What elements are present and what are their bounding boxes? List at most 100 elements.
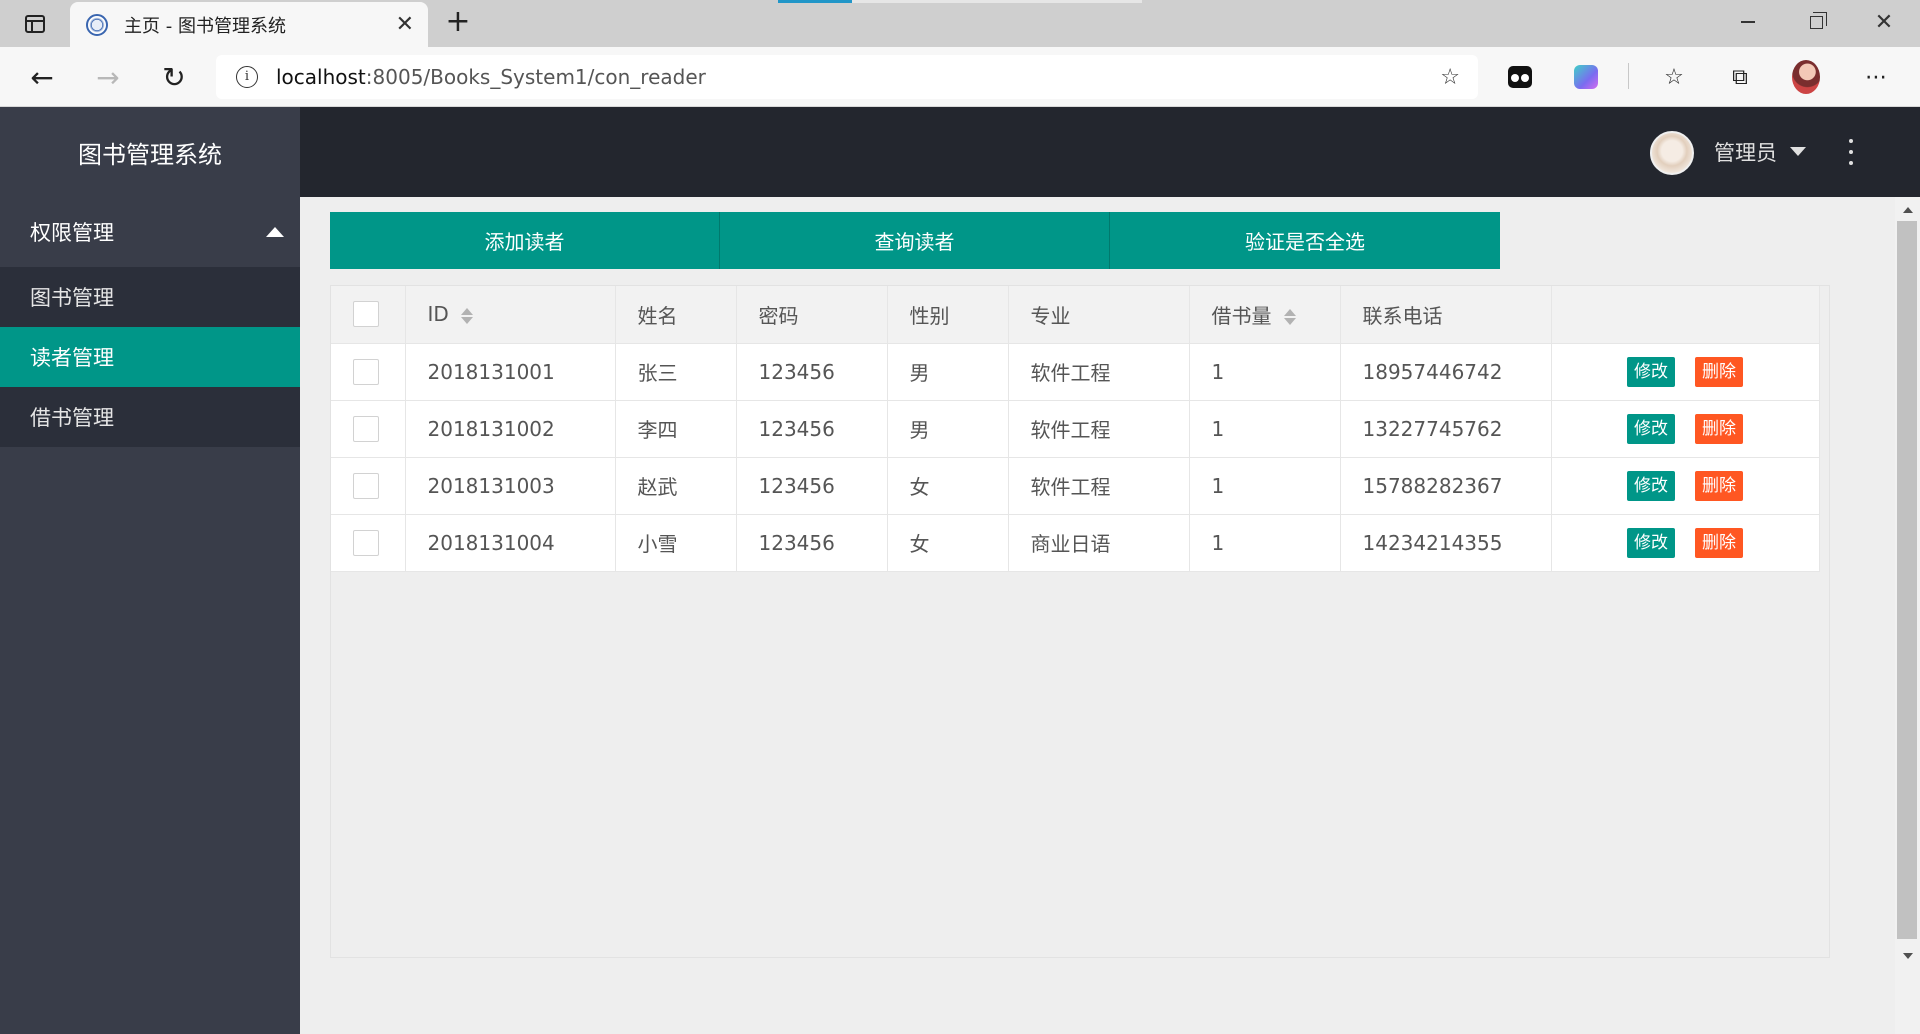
tab-title: 主页 - 图书管理系统 (124, 15, 286, 37)
reader-table-container: ID 姓名 密码 性别 专业 借书量 联系电话 2018131001 张三 1234… (330, 285, 1830, 958)
row-select-cell (331, 343, 406, 401)
edit-button[interactable]: 修改 (1627, 356, 1675, 387)
add-favorite-icon[interactable]: ☆ (1440, 65, 1460, 90)
restore-button[interactable] (1786, 0, 1846, 44)
delete-button[interactable]: 删除 (1695, 413, 1743, 444)
favorites-icon[interactable]: ☆ (1660, 63, 1688, 91)
cell-actions: 修改 删除 (1551, 457, 1820, 515)
cell-id: 2018131001 (405, 343, 616, 401)
select-all-cell (331, 286, 406, 344)
caret-up-icon (266, 227, 284, 237)
delete-button[interactable]: 删除 (1695, 356, 1743, 387)
scrollbar-thumb[interactable] (1897, 221, 1917, 939)
back-button[interactable]: ← (22, 57, 62, 97)
user-name[interactable]: 管理员 (1714, 137, 1777, 167)
cell-password: 123456 (736, 457, 888, 515)
row-select-cell (331, 514, 406, 572)
cell-major: 商业日语 (1008, 514, 1190, 572)
nav-group-permissions[interactable]: 权限管理 (0, 197, 300, 267)
minimize-button[interactable] (1718, 0, 1778, 44)
main-content: 添加读者 查询读者 验证是否全选 ID 姓名 密码 性别 专业 借书量 联系电话… (300, 197, 1895, 1034)
column-header-phone: 联系电话 (1340, 286, 1552, 344)
cell-id: 2018131003 (405, 457, 616, 515)
query-reader-button[interactable]: 查询读者 (720, 212, 1110, 269)
extension-button-2[interactable] (1572, 63, 1600, 91)
forward-button[interactable]: → (88, 57, 128, 97)
reader-table: ID 姓名 密码 性别 专业 借书量 联系电话 2018131001 张三 1234… (331, 286, 1820, 572)
cell-major: 软件工程 (1008, 343, 1190, 401)
row-checkbox[interactable] (353, 529, 379, 556)
close-window-button[interactable]: ✕ (1854, 0, 1914, 44)
url-host: localhost (276, 65, 366, 89)
row-checkbox[interactable] (353, 472, 379, 499)
tab-actions-icon (25, 15, 45, 33)
column-header-gender: 性别 (887, 286, 1009, 344)
column-header-id[interactable]: ID (405, 286, 616, 344)
scroll-down-icon[interactable] (1903, 953, 1913, 959)
cell-phone: 18957446742 (1340, 343, 1552, 401)
row-select-cell (331, 400, 406, 458)
row-checkbox[interactable] (353, 415, 379, 442)
more-options-icon[interactable] (1848, 135, 1854, 169)
verify-select-all-button[interactable]: 验证是否全选 (1110, 212, 1500, 269)
top-header: 管理员 (300, 107, 1920, 197)
cell-password: 123456 (736, 343, 888, 401)
cell-gender: 女 (887, 457, 1009, 515)
sort-icon[interactable] (1283, 308, 1296, 326)
site-info-icon[interactable]: i (236, 66, 258, 88)
site-favicon-icon (86, 13, 108, 36)
cell-id: 2018131002 (405, 400, 616, 458)
profile-button[interactable] (1792, 60, 1820, 94)
address-bar[interactable]: i localhost:8005/Books_System1/con_reade… (216, 55, 1478, 99)
delete-button[interactable]: 删除 (1695, 470, 1743, 501)
refresh-button[interactable]: ↻ (154, 57, 194, 97)
cell-password: 123456 (736, 514, 888, 572)
cell-password: 123456 (736, 400, 888, 458)
table-row: 2018131003 赵武 123456 女软件工程 1 15788282367 修改 删除 (331, 457, 1820, 515)
sort-icon[interactable] (460, 307, 473, 325)
column-header-borrow[interactable]: 借书量 (1189, 286, 1341, 344)
action-button-group: 添加读者 查询读者 验证是否全选 (330, 212, 1500, 269)
sidebar-item-books[interactable]: 图书管理 (0, 267, 300, 327)
cell-id: 2018131004 (405, 514, 616, 572)
tab-actions-button[interactable] (18, 10, 52, 38)
vertical-scrollbar[interactable] (1895, 197, 1920, 1034)
extension-button[interactable] (1506, 63, 1534, 91)
row-select-cell (331, 457, 406, 515)
cell-borrow: 1 (1189, 400, 1341, 458)
cell-name: 赵武 (615, 457, 737, 515)
cell-major: 软件工程 (1008, 457, 1190, 515)
sidebar-item-readers[interactable]: 读者管理 (0, 327, 300, 387)
edit-button[interactable]: 修改 (1627, 413, 1675, 444)
sidebar: 图书管理系统 权限管理 图书管理 读者管理 借书管理 (0, 107, 300, 1034)
cell-phone: 15788282367 (1340, 457, 1552, 515)
delete-button[interactable]: 删除 (1695, 527, 1743, 558)
user-avatar[interactable] (1650, 131, 1694, 175)
row-checkbox[interactable] (353, 358, 379, 385)
cell-borrow: 1 (1189, 457, 1341, 515)
collections-icon[interactable]: ⧉ (1726, 63, 1754, 91)
browser-tab-bar: 主页 - 图书管理系统 ✕ + ✕ (0, 0, 1920, 47)
column-header-password: 密码 (736, 286, 888, 344)
cell-gender: 男 (887, 343, 1009, 401)
edit-button[interactable]: 修改 (1627, 470, 1675, 501)
cell-phone: 13227745762 (1340, 400, 1552, 458)
close-tab-icon[interactable]: ✕ (396, 12, 414, 37)
table-header-row: ID 姓名 密码 性别 专业 借书量 联系电话 (331, 286, 1820, 344)
nav-group-label: 权限管理 (30, 221, 114, 245)
profile-avatar (1792, 60, 1820, 94)
loading-indicator (778, 0, 852, 3)
caret-down-icon[interactable] (1790, 147, 1806, 156)
restore-icon (1809, 11, 1827, 29)
scroll-up-icon[interactable] (1903, 207, 1913, 213)
cell-major: 软件工程 (1008, 400, 1190, 458)
cell-borrow: 1 (1189, 514, 1341, 572)
extension-2-icon (1574, 65, 1598, 89)
edit-button[interactable]: 修改 (1627, 527, 1675, 558)
select-all-checkbox[interactable] (353, 301, 379, 328)
add-reader-button[interactable]: 添加读者 (330, 212, 720, 269)
sidebar-item-borrow[interactable]: 借书管理 (0, 387, 300, 447)
more-menu-icon[interactable]: ⋯ (1862, 63, 1890, 91)
browser-tab[interactable]: 主页 - 图书管理系统 ✕ (70, 2, 428, 47)
new-tab-button[interactable]: + (442, 6, 474, 38)
